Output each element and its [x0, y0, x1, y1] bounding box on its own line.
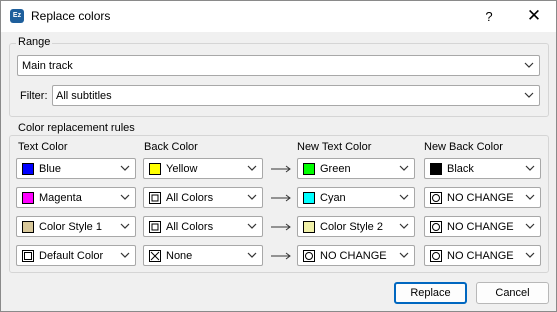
chevron-down-icon: [247, 194, 257, 200]
rule-3-new-back-color-select[interactable]: NO CHANGE: [424, 216, 541, 237]
rule-3-text-color-select[interactable]: Color Style 1: [16, 216, 136, 237]
replace-button[interactable]: Replace: [394, 282, 467, 304]
all-colors-icon: [149, 221, 161, 233]
rule-3-back-color-select[interactable]: All Colors: [143, 216, 263, 237]
chevron-down-icon: [525, 165, 535, 171]
no-change-icon: [430, 250, 442, 262]
arrow-right-icon: [271, 165, 291, 173]
app-icon: Ez: [10, 9, 24, 23]
chevron-down-icon: [399, 252, 409, 258]
rule-1-text-color-select[interactable]: Blue: [16, 158, 136, 179]
filter-select[interactable]: All subtitles: [52, 85, 540, 106]
close-button[interactable]: ✕: [514, 1, 554, 32]
rule-1-new-text-color-select[interactable]: Green: [297, 158, 415, 179]
chevron-down-icon: [247, 223, 257, 229]
new-back-color-value: NO CHANGE: [447, 192, 514, 204]
chevron-down-icon: [120, 252, 130, 258]
new-text-color-value: Color Style 2: [320, 221, 383, 233]
color-swatch-icon: [430, 163, 442, 175]
color-swatch-icon: [22, 192, 34, 204]
rule-2-new-back-color-select[interactable]: NO CHANGE: [424, 187, 541, 208]
chevron-down-icon: [524, 92, 534, 98]
rule-1-new-back-color-select[interactable]: Black: [424, 158, 541, 179]
rule-2-text-color-select[interactable]: Magenta: [16, 187, 136, 208]
text-color-value: Blue: [39, 163, 62, 175]
color-swatch-icon: [303, 221, 315, 233]
filter-label: Filter:: [20, 90, 48, 102]
new-text-color-value: NO CHANGE: [320, 250, 387, 262]
no-change-icon: [303, 250, 315, 262]
track-select-value: Main track: [22, 60, 73, 72]
text-color-value: Magenta: [39, 192, 82, 204]
rule-4-new-text-color-select[interactable]: NO CHANGE: [297, 245, 415, 266]
text-color-value: Color Style 1: [39, 221, 102, 233]
chevron-down-icon: [247, 165, 257, 171]
arrow-right-icon: [271, 252, 291, 260]
title-bar: Ez Replace colors ? ✕: [1, 1, 556, 32]
rule-1-back-color-select[interactable]: Yellow: [143, 158, 263, 179]
chevron-down-icon: [120, 194, 130, 200]
header-new-text-color: New Text Color: [297, 141, 372, 153]
rule-4-back-color-select[interactable]: None: [143, 245, 263, 266]
no-change-icon: [430, 192, 442, 204]
track-select[interactable]: Main track: [17, 55, 540, 76]
help-button[interactable]: ?: [471, 1, 507, 32]
cancel-button[interactable]: Cancel: [476, 282, 549, 304]
rule-2-back-color-select[interactable]: All Colors: [143, 187, 263, 208]
chevron-down-icon: [399, 223, 409, 229]
back-color-value: Yellow: [166, 163, 198, 175]
default-color-icon: [22, 250, 34, 262]
back-color-value: All Colors: [166, 192, 214, 204]
no-color-icon: [149, 250, 161, 262]
chevron-down-icon: [525, 223, 535, 229]
rule-3-new-text-color-select[interactable]: Color Style 2: [297, 216, 415, 237]
rule-4-new-back-color-select[interactable]: NO CHANGE: [424, 245, 541, 266]
all-colors-icon: [149, 192, 161, 204]
color-swatch-icon: [22, 163, 34, 175]
header-text-color: Text Color: [18, 141, 68, 153]
chevron-down-icon: [525, 252, 535, 258]
arrow-right-icon: [271, 223, 291, 231]
rules-group-label: Color replacement rules: [16, 122, 137, 134]
dialog-window: Ez Replace colors ? ✕ Range Main track F…: [0, 0, 557, 312]
chevron-down-icon: [399, 165, 409, 171]
new-back-color-value: NO CHANGE: [447, 221, 514, 233]
color-swatch-icon: [22, 221, 34, 233]
chevron-down-icon: [120, 223, 130, 229]
filter-select-value: All subtitles: [56, 90, 112, 102]
back-color-value: None: [166, 250, 193, 262]
new-back-color-value: Black: [447, 163, 474, 175]
new-text-color-value: Green: [320, 163, 351, 175]
new-text-color-value: Cyan: [320, 192, 346, 204]
color-swatch-icon: [149, 163, 161, 175]
header-back-color: Back Color: [144, 141, 198, 153]
chevron-down-icon: [524, 62, 534, 68]
range-group-label: Range: [16, 36, 53, 48]
new-back-color-value: NO CHANGE: [447, 250, 514, 262]
arrow-right-icon: [271, 194, 291, 202]
rule-2-new-text-color-select[interactable]: Cyan: [297, 187, 415, 208]
text-color-value: Default Color: [39, 250, 104, 262]
chevron-down-icon: [247, 252, 257, 258]
no-change-icon: [430, 221, 442, 233]
color-swatch-icon: [303, 163, 315, 175]
chevron-down-icon: [399, 194, 409, 200]
chevron-down-icon: [525, 194, 535, 200]
chevron-down-icon: [120, 165, 130, 171]
rule-4-text-color-select[interactable]: Default Color: [16, 245, 136, 266]
window-title: Replace colors: [31, 9, 111, 23]
color-swatch-icon: [303, 192, 315, 204]
back-color-value: All Colors: [166, 221, 214, 233]
header-new-back-color: New Back Color: [424, 141, 503, 153]
